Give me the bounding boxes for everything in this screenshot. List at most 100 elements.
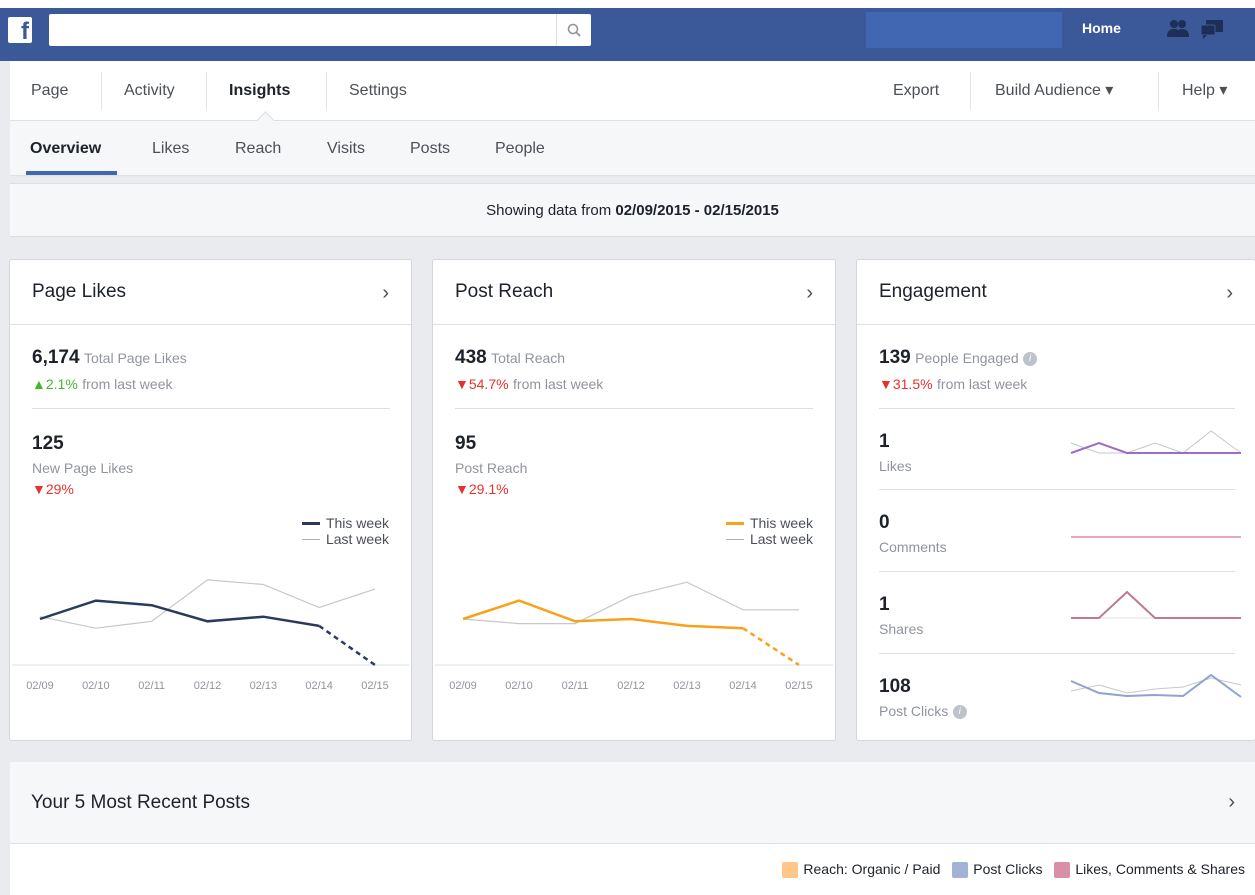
x-tick-label: 02/13 bbox=[250, 680, 278, 692]
total-label: People Engaged bbox=[915, 350, 1019, 366]
post-reach-label: Post Reach bbox=[455, 460, 528, 476]
legend-last-week: Last week bbox=[325, 531, 389, 547]
clicks-sparkline bbox=[1070, 673, 1242, 698]
messages-icon[interactable] bbox=[1200, 18, 1224, 45]
search-icon[interactable] bbox=[556, 14, 591, 46]
recent-posts-title: Your 5 Most Recent Posts bbox=[31, 792, 250, 813]
x-tick-label: 02/12 bbox=[194, 680, 222, 692]
change-suffix: from last week bbox=[513, 376, 604, 392]
tab-likes[interactable]: Likes bbox=[152, 140, 189, 158]
change-suffix: from last week bbox=[82, 376, 173, 392]
recent-posts-header[interactable]: Your 5 Most Recent Posts › bbox=[10, 762, 1255, 844]
comments-metric-label: Comments bbox=[879, 539, 947, 555]
tab-people[interactable]: People bbox=[495, 140, 545, 158]
legend-this-week: This week bbox=[325, 515, 389, 531]
series-this-week-partial bbox=[742, 627, 800, 667]
nav-page[interactable]: Page bbox=[31, 61, 68, 120]
total-label: Total Reach bbox=[491, 350, 566, 366]
export-button[interactable]: Export bbox=[893, 61, 939, 120]
likes-metric-value: 1 bbox=[879, 431, 890, 452]
tab-overview[interactable]: Overview bbox=[30, 140, 101, 158]
reach-swatch bbox=[782, 862, 799, 879]
clicks-metric-label: Post Clicks bbox=[879, 703, 949, 719]
chart-legend: This week Last week bbox=[725, 515, 813, 547]
likes-metric-label: Likes bbox=[879, 458, 912, 474]
change-suffix: from last week bbox=[937, 376, 1028, 392]
new-likes-value: 125 bbox=[32, 433, 64, 454]
top-bar: f Home bbox=[0, 0, 1255, 61]
shares-sparkline bbox=[1071, 590, 1241, 619]
x-tick-label: 02/11 bbox=[138, 680, 165, 692]
chevron-right-icon[interactable]: › bbox=[382, 282, 389, 305]
build-audience-button[interactable]: Build Audience ▾ bbox=[995, 61, 1113, 120]
x-tick-label: 02/14 bbox=[729, 680, 757, 692]
x-tick-label: 02/14 bbox=[305, 680, 333, 692]
x-tick-label: 02/10 bbox=[505, 680, 533, 692]
tab-posts[interactable]: Posts bbox=[410, 140, 450, 158]
chart-legend: This week Last week bbox=[301, 515, 389, 547]
date-range-bar: Showing data from 02/09/2015 - 02/15/201… bbox=[10, 183, 1255, 237]
x-tick-label: 02/15 bbox=[785, 680, 813, 692]
x-tick-label: 02/09 bbox=[449, 680, 477, 692]
engage-swatch bbox=[1054, 862, 1071, 879]
page-likes-card[interactable]: Page Likes › 6,174 Total Page Likes ▲2.1… bbox=[9, 259, 412, 741]
new-likes-label: New Page Likes bbox=[32, 460, 134, 476]
card-title: Page Likes bbox=[32, 281, 127, 302]
shares-metric-value: 1 bbox=[879, 594, 890, 615]
total-value: 139 bbox=[879, 347, 911, 368]
nav-settings[interactable]: Settings bbox=[349, 61, 407, 120]
legend-last-week: Last week bbox=[749, 531, 813, 547]
series-this-week bbox=[39, 599, 320, 628]
search-input[interactable] bbox=[55, 19, 549, 41]
post-reach-change: ▼29.1% bbox=[455, 481, 509, 497]
x-tick-label: 02/10 bbox=[82, 680, 110, 692]
tab-visits[interactable]: Visits bbox=[327, 140, 365, 158]
legend-engage: Likes, Comments & Shares bbox=[1075, 861, 1245, 877]
page-nav: Page Activity Insights Settings Export B… bbox=[10, 61, 1255, 130]
clicks-metric-value: 108 bbox=[879, 676, 911, 697]
search-box[interactable] bbox=[49, 14, 591, 46]
chevron-right-icon[interactable]: › bbox=[1226, 282, 1233, 305]
shares-metric-label: Shares bbox=[879, 621, 924, 637]
friends-icon[interactable] bbox=[1166, 18, 1190, 45]
total-change: ▼54.7% bbox=[455, 376, 509, 392]
engagement-card[interactable]: Engagement › 139 People Engaged i ▼31.5%… bbox=[856, 259, 1255, 741]
chevron-right-icon[interactable]: › bbox=[806, 282, 813, 305]
info-icon[interactable]: i bbox=[952, 704, 967, 719]
card-title: Engagement bbox=[879, 281, 987, 302]
legend-this-week: This week bbox=[749, 515, 813, 531]
home-link[interactable]: Home bbox=[1082, 20, 1121, 36]
help-button[interactable]: Help ▾ bbox=[1182, 61, 1227, 120]
tab-underline bbox=[26, 171, 117, 175]
date-range-prefix: Showing data from bbox=[486, 202, 616, 219]
total-value: 6,174 bbox=[32, 347, 80, 368]
date-range-value: 02/09/2015 - 02/15/2015 bbox=[615, 202, 779, 219]
recent-posts-legend: Reach: Organic / Paid Post Clicks Likes,… bbox=[10, 844, 1255, 895]
legend-clicks: Post Clicks bbox=[973, 861, 1043, 877]
post-reach-chart: 02/09 02/10 02/11 02/12 02/13 02/14 02/15 bbox=[435, 581, 833, 692]
x-tick-label: 02/09 bbox=[26, 680, 54, 692]
profile-area[interactable] bbox=[866, 12, 1062, 48]
info-icon[interactable]: i bbox=[1023, 351, 1038, 366]
new-likes-change: ▼29% bbox=[32, 481, 74, 497]
nav-insights[interactable]: Insights bbox=[229, 61, 290, 120]
x-tick-label: 02/12 bbox=[617, 680, 645, 692]
series-this-week bbox=[462, 599, 744, 630]
total-change: ▲2.1% bbox=[32, 376, 78, 392]
page-likes-chart: 02/09 02/10 02/11 02/12 02/13 02/14 02/15 bbox=[12, 579, 409, 692]
insights-subnav: Overview Likes Reach Visits Posts People bbox=[10, 121, 1255, 176]
legend-reach: Reach: Organic / Paid bbox=[803, 861, 941, 877]
comments-sparkline bbox=[1071, 536, 1241, 538]
x-tick-label: 02/11 bbox=[562, 680, 589, 692]
likes-sparkline bbox=[1070, 430, 1242, 454]
x-tick-label: 02/15 bbox=[361, 680, 389, 692]
post-reach-value: 95 bbox=[455, 433, 477, 454]
card-title: Post Reach bbox=[455, 281, 554, 302]
chevron-right-icon[interactable]: › bbox=[1228, 791, 1235, 814]
nav-activity[interactable]: Activity bbox=[124, 61, 175, 120]
post-reach-card[interactable]: Post Reach › 438 Total Reach ▼54.7% from… bbox=[432, 259, 836, 741]
tab-reach[interactable]: Reach bbox=[235, 140, 281, 158]
comments-metric-value: 0 bbox=[879, 512, 890, 533]
total-value: 438 bbox=[455, 347, 487, 368]
facebook-logo[interactable]: f bbox=[8, 17, 32, 45]
